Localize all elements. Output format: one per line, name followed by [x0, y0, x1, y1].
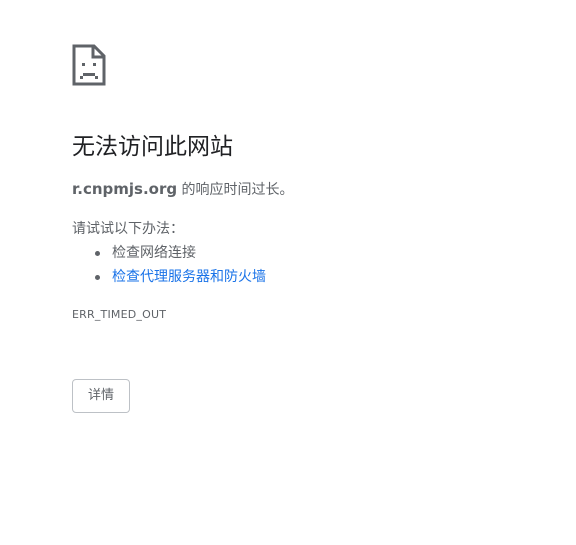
check-proxy-firewall-link[interactable]: 检查代理服务器和防火墙	[112, 269, 266, 285]
host-name: r.cnpmjs.org	[72, 180, 178, 198]
suggestion-check-proxy-firewall[interactable]: 检查代理服务器和防火墙	[72, 266, 266, 290]
suggestions-heading: 请试试以下办法：	[72, 221, 184, 237]
details-button[interactable]: 详情	[72, 379, 130, 413]
bullet-icon	[95, 275, 100, 280]
summary-message: 的响应时间过长。	[177, 182, 294, 198]
error-summary: r.cnpmjs.org 的响应时间过长。	[72, 179, 294, 200]
suggestion-check-network: 检查网络连接	[72, 242, 266, 266]
error-page: 无法访问此网站 r.cnpmjs.org 的响应时间过长。 请试试以下办法： 检…	[0, 0, 576, 545]
sad-page-icon	[72, 44, 106, 86]
bullet-icon	[95, 251, 100, 256]
error-code: ERR_TIMED_OUT	[72, 308, 167, 321]
suggestions-list: 检查网络连接 检查代理服务器和防火墙	[72, 242, 266, 290]
page-title: 无法访问此网站	[72, 134, 233, 160]
suggestion-text: 检查网络连接	[112, 245, 196, 261]
